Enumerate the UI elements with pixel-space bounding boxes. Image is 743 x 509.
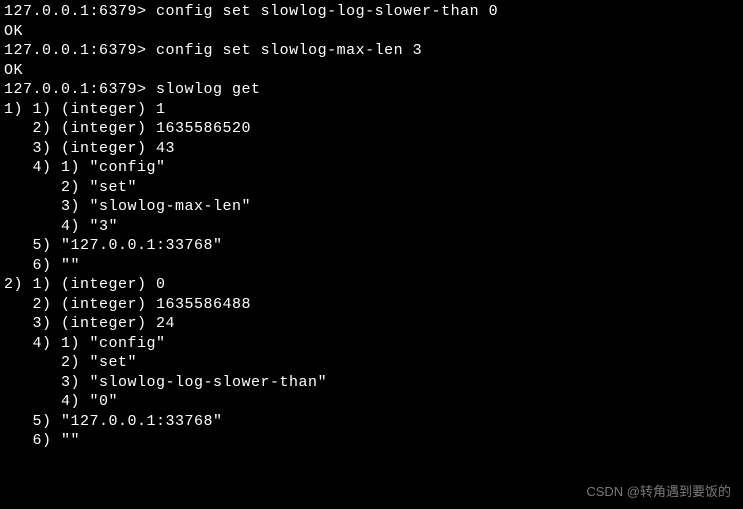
cmd-part: set [99,179,128,196]
prompt-line-3[interactable]: 127.0.0.1:6379> slowlog get [4,80,739,100]
slowlog-entry-1-cmd-1: 4) 1) "config" [4,158,739,178]
client-addr: 127.0.0.1:33768 [71,413,214,430]
cmd-part: slowlog-max-len [99,198,242,215]
slowlog-entry-1-id: 1) 1) (integer) 1 [4,100,739,120]
slowlog-entry-1-cmd-3: 3) "slowlog-max-len" [4,197,739,217]
slowlog-entry-1-duration: 3) (integer) 43 [4,139,739,159]
command-input: config set slowlog-max-len 3 [156,42,422,59]
slowlog-entry-2-name: 6) "" [4,431,739,451]
prompt-line-1[interactable]: 127.0.0.1:6379> config set slowlog-log-s… [4,2,739,22]
cmd-part: slowlog-log-slower-than [99,374,318,391]
watermark: CSDN @转角遇到要饭的 [586,484,731,501]
prompt-line-2[interactable]: 127.0.0.1:6379> config set slowlog-max-l… [4,41,739,61]
output-ok-1: OK [4,22,739,42]
slowlog-entry-1-client: 5) "127.0.0.1:33768" [4,236,739,256]
prompt: 127.0.0.1:6379> [4,3,147,20]
entry-ts: 1635586520 [156,120,251,137]
entry-id: 0 [156,276,166,293]
entry-dur: 43 [156,140,175,157]
entry-id: 1 [156,101,166,118]
client-addr: 127.0.0.1:33768 [71,237,214,254]
slowlog-entry-2-cmd-1: 4) 1) "config" [4,334,739,354]
cmd-part: config [99,159,156,176]
cmd-part: config [99,335,156,352]
slowlog-entry-1-timestamp: 2) (integer) 1635586520 [4,119,739,139]
slowlog-entry-1-name: 6) "" [4,256,739,276]
output-ok-2: OK [4,61,739,81]
entry-ts: 1635586488 [156,296,251,313]
command-input: config set slowlog-log-slower-than 0 [156,3,498,20]
cmd-part: 3 [99,218,109,235]
cmd-part: 0 [99,393,109,410]
command-input: slowlog get [156,81,261,98]
slowlog-entry-1-cmd-4: 4) "3" [4,217,739,237]
prompt: 127.0.0.1:6379> [4,81,147,98]
slowlog-entry-2-duration: 3) (integer) 24 [4,314,739,334]
slowlog-entry-2-client: 5) "127.0.0.1:33768" [4,412,739,432]
slowlog-entry-2-timestamp: 2) (integer) 1635586488 [4,295,739,315]
slowlog-entry-2-cmd-2: 2) "set" [4,353,739,373]
slowlog-entry-2-id: 2) 1) (integer) 0 [4,275,739,295]
entry-dur: 24 [156,315,175,332]
cmd-part: set [99,354,128,371]
slowlog-entry-1-cmd-2: 2) "set" [4,178,739,198]
slowlog-entry-2-cmd-4: 4) "0" [4,392,739,412]
slowlog-entry-2-cmd-3: 3) "slowlog-log-slower-than" [4,373,739,393]
prompt: 127.0.0.1:6379> [4,42,147,59]
